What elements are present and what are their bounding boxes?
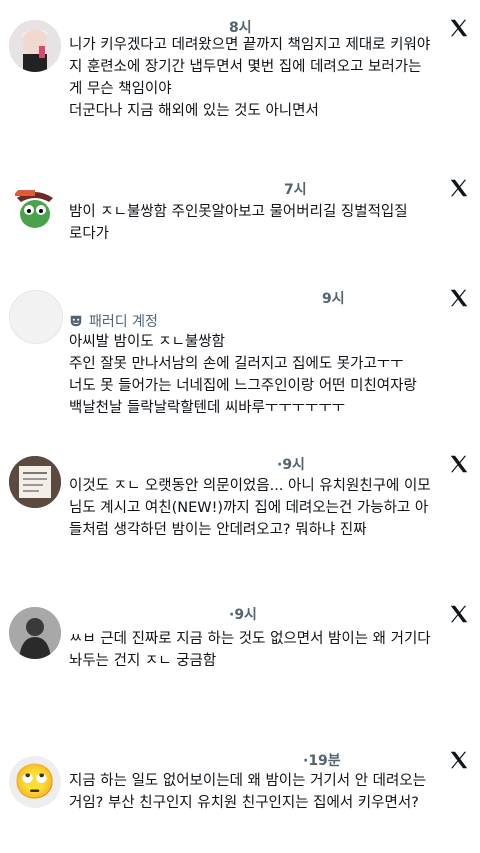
x-logo-icon	[448, 177, 470, 199]
post-5[interactable]: ·9시 ㅆㅂ 근데 진짜로 지금 하는 것도 없으면서 밤이는 왜 거기다 놔두…	[0, 580, 480, 730]
reply-feed: 8시 니가 키우겠다고 데려왔으면 끝까지 책임지고 제대로 키워야 지 훈련소…	[0, 0, 480, 853]
x-logo-icon	[448, 603, 470, 625]
rolling-eyes-emoji-icon: 🙄	[13, 762, 57, 802]
avatar[interactable]	[9, 184, 61, 236]
post-text: 이것도 ㅈㄴ 오랫동안 의문이었음... 아니 유치원친구에 이모 님도 계시고…	[69, 478, 431, 538]
avatar[interactable]: 🙄	[9, 756, 61, 808]
post-4[interactable]: ·9시 이것도 ㅈㄴ 오랫동안 의문이었음... 아니 유치원친구에 이모 님도…	[0, 440, 480, 580]
post-time: 9시	[322, 291, 345, 307]
avatar[interactable]	[9, 456, 61, 508]
avatar[interactable]	[9, 607, 61, 659]
parody-account-label: 패러디 계정	[69, 311, 158, 331]
parody-label-text: 패러디 계정	[89, 314, 158, 330]
avatar[interactable]	[9, 290, 63, 344]
x-logo-icon	[448, 287, 470, 309]
post-3[interactable]: 9시 패러디 계정 아씨발 밤이도 ㅈㄴ불쌍함 주인 잘못 만나서남의 손에 길…	[0, 280, 480, 440]
post-time: ·19분	[303, 753, 341, 769]
post-text: 아씨발 밤이도 ㅈㄴ불쌍함 주인 잘못 만나서남의 손에 길러지고 집에도 못가…	[69, 334, 417, 416]
post-text: 지금 하는 일도 없어보이는데 왜 밤이는 거기서 안 데려오는 거임? 부산 …	[69, 773, 427, 811]
x-logo-icon	[448, 453, 470, 475]
avatar[interactable]	[9, 20, 61, 72]
post-time: ·9시	[229, 607, 257, 623]
theater-mask-icon	[70, 315, 82, 327]
post-time: 7시	[284, 182, 307, 198]
post-time: ·9시	[277, 457, 305, 473]
post-text: 니가 키우겠다고 데려왔으면 끝까지 책임지고 제대로 키워야 지 훈련소에 장…	[69, 37, 431, 119]
post-text: ㅆㅂ 근데 진짜로 지금 하는 것도 없으면서 밤이는 왜 거기다 놔두는 건지…	[69, 631, 431, 669]
post-2[interactable]: 7시 밤이 ㅈㄴ불쌍함 주인못알아보고 물어버리길 징벌적입질 로다가	[0, 160, 480, 280]
x-logo-icon	[448, 749, 470, 771]
post-text: 밤이 ㅈㄴ불쌍함 주인못알아보고 물어버리길 징벌적입질 로다가	[69, 204, 408, 242]
post-6[interactable]: 🙄 ·19분 지금 하는 일도 없어보이는데 왜 밤이는 거기서 안 데려오는 …	[0, 730, 480, 853]
post-1[interactable]: 8시 니가 키우겠다고 데려왔으면 끝까지 책임지고 제대로 키워야 지 훈련소…	[0, 0, 480, 160]
